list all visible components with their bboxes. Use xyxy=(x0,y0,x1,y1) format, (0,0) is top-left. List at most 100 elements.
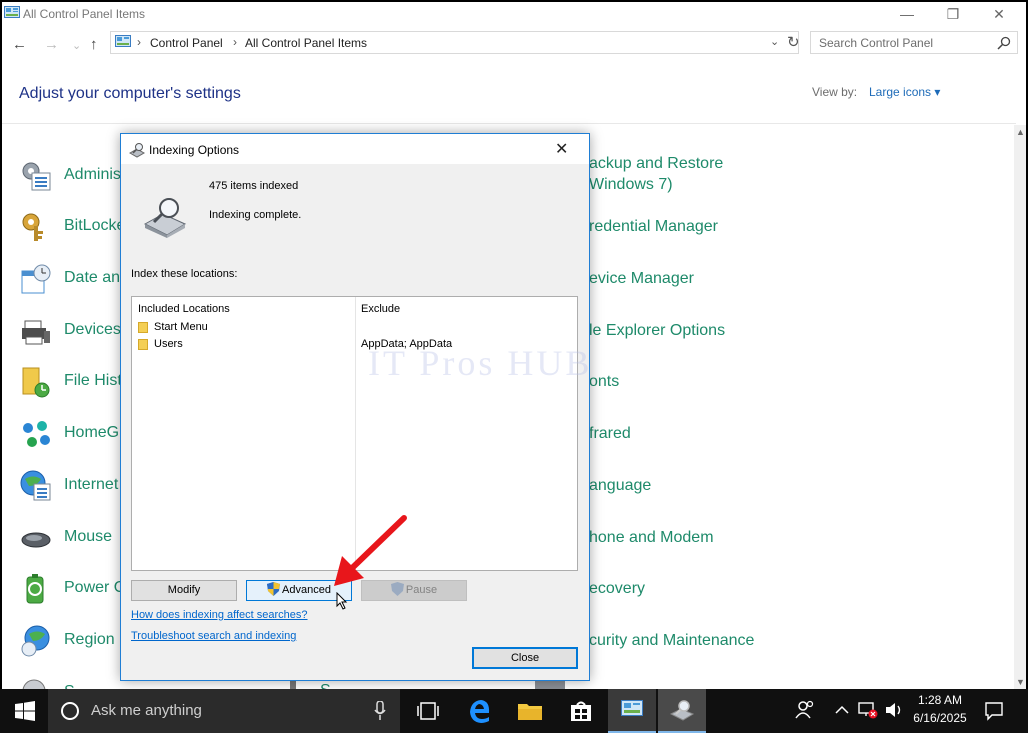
cp-item-fonts[interactable]: onts xyxy=(589,373,619,391)
indexing-drive-magnifier-icon xyxy=(143,198,187,238)
location-name: Users xyxy=(154,338,183,350)
homegroup-icon xyxy=(23,421,50,447)
modify-button[interactable]: Modify xyxy=(131,580,237,601)
admin-tools-icon xyxy=(22,162,51,191)
clock-date[interactable]: 6/16/2025 xyxy=(910,711,970,725)
control-panel-window: All Control Panel Items — ❐ ✕ ← → ⌄ ↑ › … xyxy=(2,2,1026,689)
back-button[interactable]: ← xyxy=(12,36,27,53)
power-battery-icon xyxy=(26,574,44,604)
window-title: All Control Panel Items xyxy=(23,7,146,21)
forward-button[interactable]: → xyxy=(44,36,59,53)
cp-item-label: File Hist xyxy=(64,372,122,389)
cp-item-backup-restore[interactable]: ackup and Restore Windows 7) xyxy=(589,155,723,194)
microphone-icon[interactable] xyxy=(374,701,386,721)
cp-item-label: BitLocke xyxy=(64,217,126,234)
people-icon[interactable] xyxy=(795,700,815,720)
help-link-indexing-searches[interactable]: How does indexing affect searches? xyxy=(131,609,308,621)
windows-start-icon[interactable] xyxy=(15,701,35,721)
uac-shield-icon xyxy=(267,582,281,596)
printer-icon xyxy=(22,320,50,345)
chevron-up-icon[interactable] xyxy=(835,705,849,715)
globe-clock-icon xyxy=(21,625,50,657)
indexing-status: Indexing complete. xyxy=(209,209,302,221)
volume-icon[interactable] xyxy=(885,701,905,719)
divider xyxy=(2,123,1016,124)
close-window-button[interactable]: ✕ xyxy=(976,2,1022,28)
clock-time[interactable]: 1:28 AM xyxy=(916,693,964,707)
speaker-icon xyxy=(22,679,46,689)
cp-item-label: HomeG xyxy=(64,424,120,441)
taskbar-indexing-options[interactable] xyxy=(658,689,706,733)
cp-item-label: Region xyxy=(64,631,115,648)
locations-label: Index these locations: xyxy=(131,268,238,280)
cp-item-phone-modem[interactable]: hone and Modem xyxy=(589,529,714,547)
cp-item-label: Mouse xyxy=(64,528,113,545)
breadcrumb-control-panel[interactable]: Control Panel xyxy=(150,36,223,50)
cp-item-speech-recognition-partial[interactable]: S xyxy=(320,682,331,689)
folder-icon xyxy=(138,322,148,333)
items-indexed-count: 475 items indexed xyxy=(209,180,299,192)
cp-item-file-explorer-options[interactable]: le Explorer Options xyxy=(589,322,725,340)
dialog-close-icon[interactable]: ✕ xyxy=(555,139,568,159)
column-header-included[interactable]: Included Locations xyxy=(138,303,230,315)
view-by-dropdown[interactable]: Large icons ▾ xyxy=(869,85,940,99)
network-disconnected-icon[interactable] xyxy=(858,701,878,719)
cp-item-security-maintenance[interactable]: curity and Maintenance xyxy=(589,632,754,650)
address-dropdown-icon[interactable]: ⌄ xyxy=(770,35,779,48)
cp-item-label-line2: Windows 7) xyxy=(589,176,673,193)
dialog-title: Indexing Options xyxy=(149,143,240,157)
taskbar: Ask me anything 1:28 AM 6/16/2025 xyxy=(0,689,1028,733)
cp-item-infrared[interactable]: frared xyxy=(589,425,631,443)
cp-item-recovery[interactable]: ecovery xyxy=(589,580,645,598)
scroll-down-icon[interactable]: ▼ xyxy=(1016,677,1025,687)
title-bar: All Control Panel Items — ❐ ✕ xyxy=(2,2,1026,28)
indexing-options-icon xyxy=(129,143,145,158)
search-input[interactable]: Search Control Panel xyxy=(810,31,1018,54)
search-icon[interactable] xyxy=(997,36,1011,50)
store-icon[interactable] xyxy=(570,700,592,722)
cortana-icon xyxy=(61,702,79,720)
close-button[interactable]: Close xyxy=(472,647,578,669)
mouse-icon xyxy=(21,532,51,548)
file-history-icon xyxy=(22,367,50,398)
breadcrumb-separator[interactable]: › xyxy=(137,35,141,49)
pause-button-label: Pause xyxy=(405,584,438,596)
address-bar[interactable]: › Control Panel › All Control Panel Item… xyxy=(110,31,800,54)
refresh-icon[interactable]: ↻ xyxy=(787,33,800,51)
globe-list-icon xyxy=(20,470,51,501)
dialog-title-bar[interactable]: Indexing Options ✕ xyxy=(121,134,589,164)
cp-item-label: Date an xyxy=(64,269,121,286)
breadcrumb-all-items[interactable]: All Control Panel Items xyxy=(245,36,367,50)
recent-dropdown-icon[interactable]: ⌄ xyxy=(72,39,81,52)
red-arrow-annotation xyxy=(334,515,407,586)
column-header-exclude[interactable]: Exclude xyxy=(361,303,400,315)
advanced-button-label: Advanced xyxy=(282,584,331,596)
cp-item-label: ackup and Restore xyxy=(589,155,724,172)
page-title: Adjust your computer's settings xyxy=(19,85,241,102)
indexing-options-icon xyxy=(670,700,694,721)
watermark-text: IT Pros HUB xyxy=(368,343,593,383)
calendar-clock-icon xyxy=(21,264,51,294)
cp-item-label: Devices xyxy=(64,321,121,338)
search-box-placeholder: Ask me anything xyxy=(91,702,202,719)
cp-item-language[interactable]: anguage xyxy=(589,477,651,495)
taskbar-control-panel[interactable] xyxy=(608,689,656,733)
scroll-up-icon[interactable]: ▲ xyxy=(1016,127,1025,137)
cp-item-device-manager[interactable]: evice Manager xyxy=(589,270,694,288)
cp-item-credential-manager[interactable]: redential Manager xyxy=(589,218,718,236)
minimize-button[interactable]: — xyxy=(884,2,930,28)
action-center-icon[interactable] xyxy=(984,701,1004,721)
maximize-button[interactable]: ❐ xyxy=(930,2,976,28)
scrollbar[interactable]: ▲ ▼ xyxy=(1014,125,1026,689)
control-panel-icon xyxy=(4,6,20,18)
cp-item-label: Internet xyxy=(64,476,119,493)
control-panel-icon xyxy=(115,35,131,47)
edge-browser-icon[interactable] xyxy=(469,699,491,723)
up-button[interactable]: ↑ xyxy=(90,36,98,53)
task-view-icon[interactable] xyxy=(417,701,439,721)
cp-item-label: Adminis xyxy=(64,166,121,183)
breadcrumb-separator[interactable]: › xyxy=(233,35,237,49)
troubleshoot-link[interactable]: Troubleshoot search and indexing xyxy=(131,630,296,642)
file-explorer-icon[interactable] xyxy=(518,701,542,721)
indexing-options-dialog: Indexing Options ✕ 475 items indexed Ind… xyxy=(120,133,590,681)
